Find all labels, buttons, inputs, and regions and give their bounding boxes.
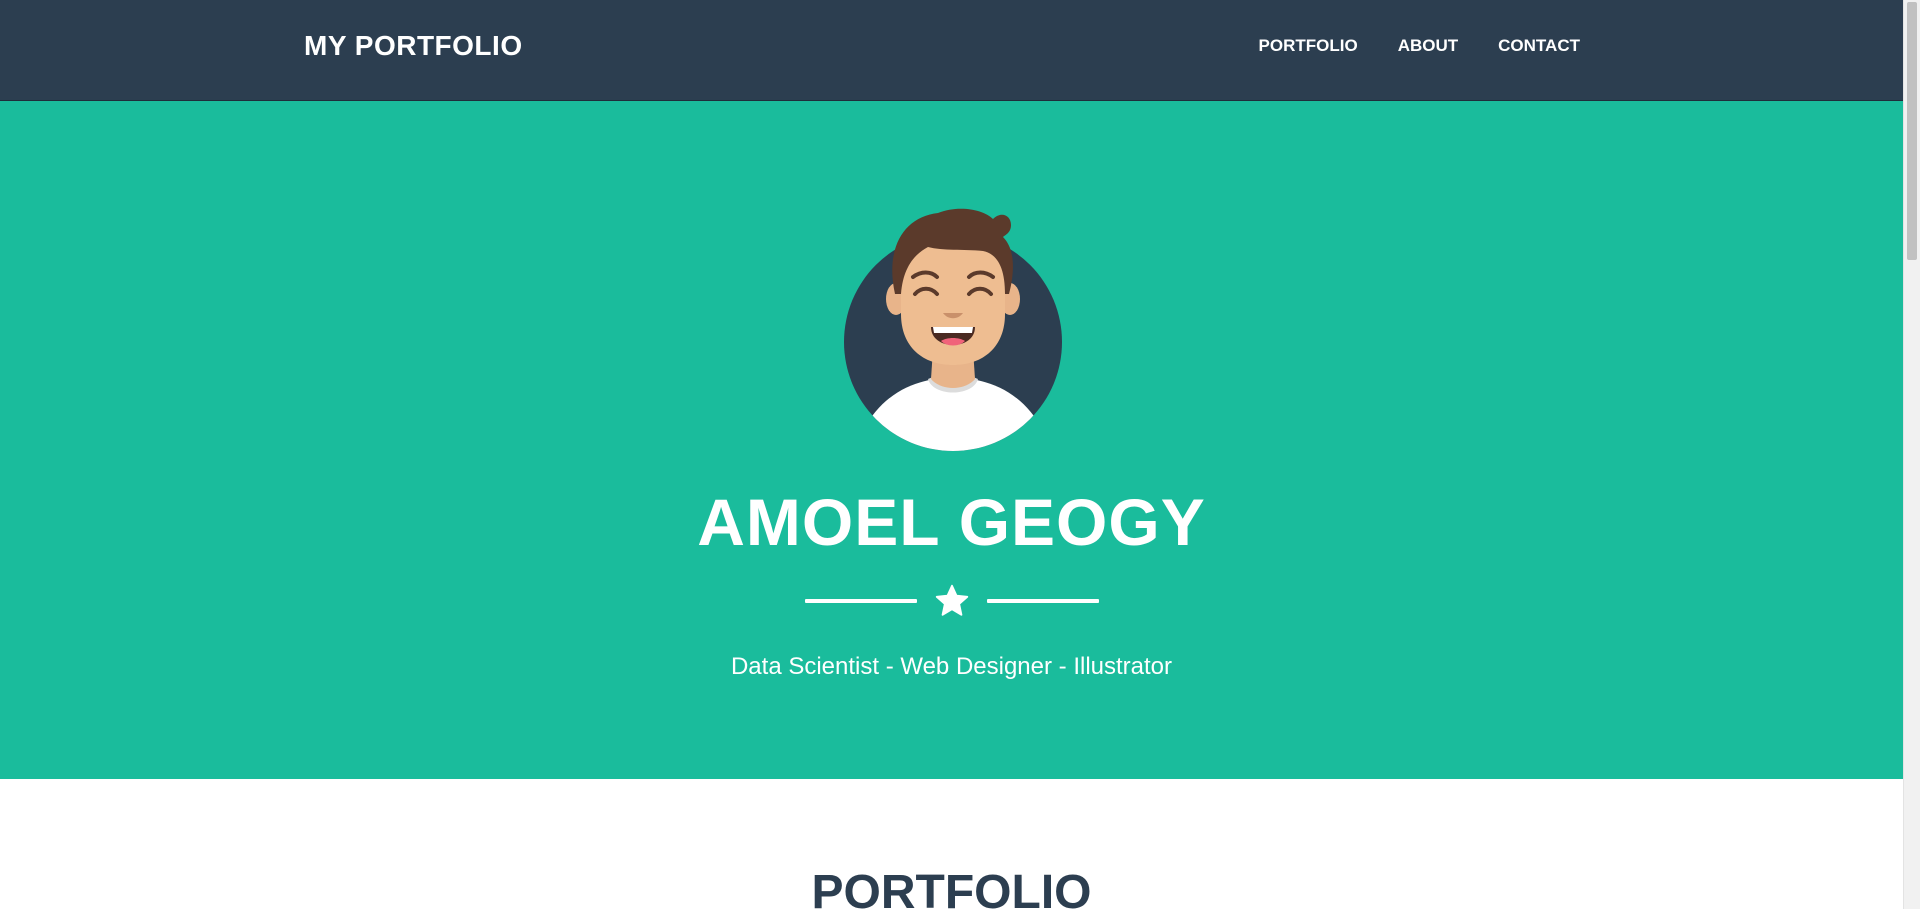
divider-line-left: [805, 599, 917, 603]
nav-link-portfolio[interactable]: PORTFOLIO: [1259, 36, 1358, 56]
page: MY PORTFOLIO PORTFOLIO ABOUT CONTACT AMO…: [0, 0, 1920, 909]
portfolio-section: PORTFOLIO: [0, 779, 1903, 909]
star-divider: [805, 581, 1099, 621]
hero-tagline: Data Scientist - Web Designer - Illustra…: [730, 653, 1173, 680]
avatar-icon: [844, 208, 1062, 451]
hero-section: AMOEL GEOGY Data Scientist - Web Designe…: [0, 101, 1903, 779]
navbar: MY PORTFOLIO PORTFOLIO ABOUT CONTACT: [0, 0, 1903, 101]
brand-link[interactable]: MY PORTFOLIO: [304, 30, 523, 62]
scrollbar-thumb[interactable]: [1907, 2, 1917, 260]
star-icon: [935, 584, 969, 616]
page-content: MY PORTFOLIO PORTFOLIO ABOUT CONTACT AMO…: [0, 0, 1903, 909]
nav-link-about[interactable]: ABOUT: [1398, 36, 1458, 56]
page-scrollbar[interactable]: [1903, 0, 1920, 909]
nav-link-contact[interactable]: CONTACT: [1498, 36, 1580, 56]
avatar: [833, 199, 1073, 454]
nav-links: PORTFOLIO ABOUT CONTACT: [1259, 36, 1580, 56]
hero-name: AMOEL GEOGY: [697, 485, 1206, 559]
portfolio-section-title: PORTFOLIO: [811, 866, 1092, 909]
divider-line-right: [987, 599, 1099, 603]
